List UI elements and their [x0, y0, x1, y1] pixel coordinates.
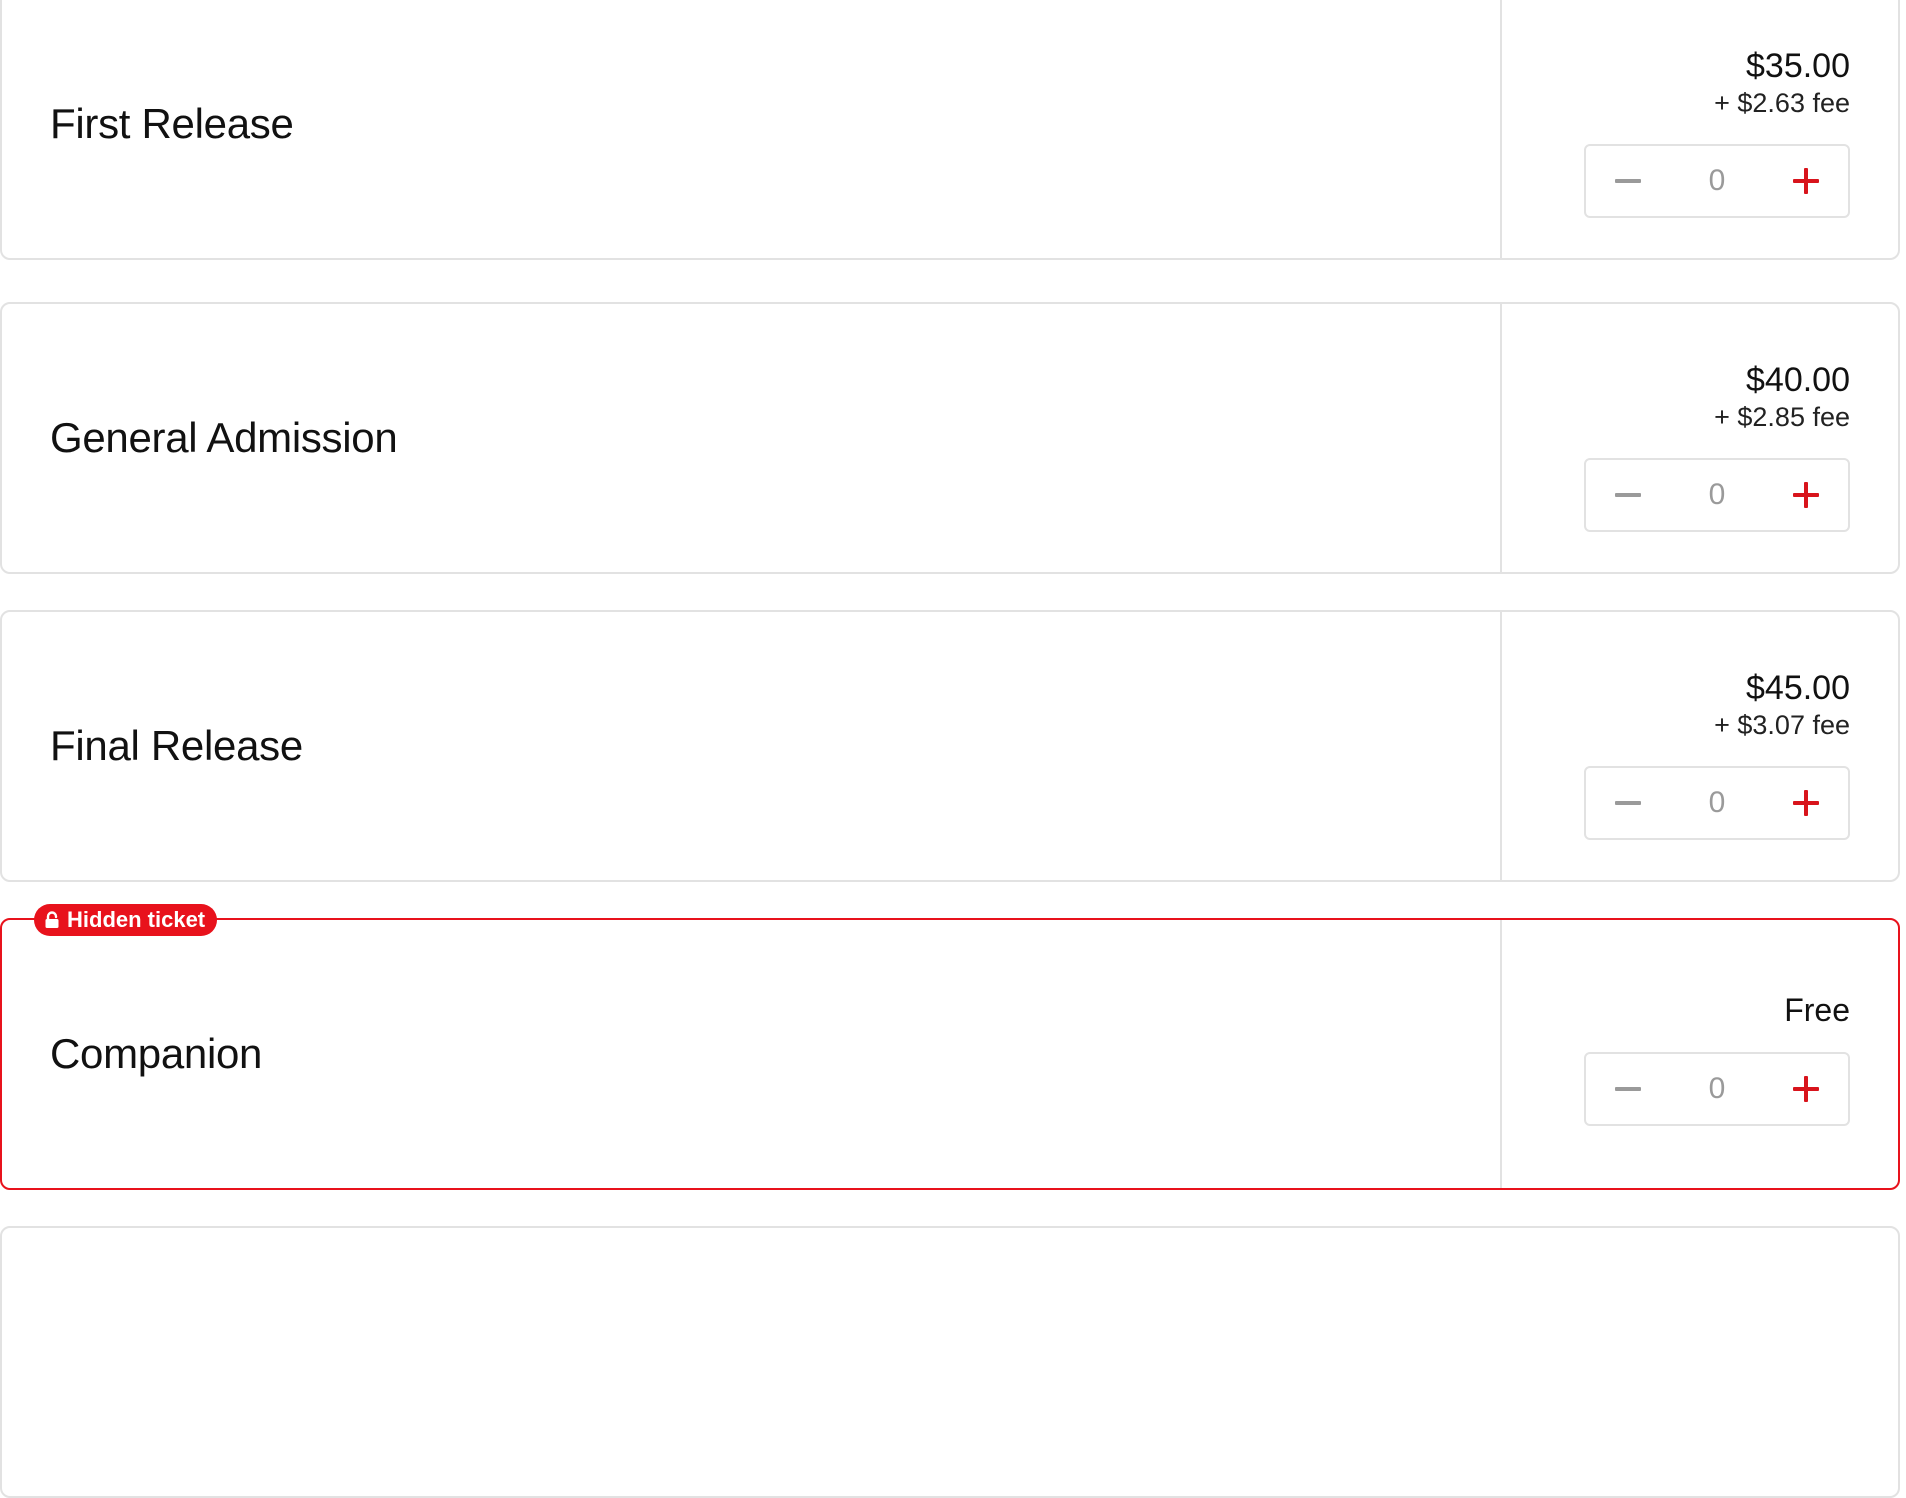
ticket-purchase-panel: $40.00 + $2.85 fee 0 — [1502, 304, 1898, 572]
ticket-fee: + $2.85 fee — [1714, 402, 1850, 432]
ticket-fee: + $3.07 fee — [1714, 710, 1850, 740]
price-block: $45.00 + $3.07 fee — [1714, 668, 1850, 742]
ticket-list: First Release $35.00 + $2.63 fee 0 Gener… — [0, 0, 1906, 1498]
decrement-button[interactable] — [1586, 460, 1670, 530]
quantity-stepper: 0 — [1584, 144, 1850, 218]
plus-icon — [1793, 168, 1819, 194]
lock-icon — [45, 911, 59, 928]
quantity-value[interactable]: 0 — [1670, 478, 1764, 512]
badge-label: Hidden ticket — [67, 907, 206, 932]
plus-icon — [1793, 790, 1819, 816]
minus-icon — [1615, 179, 1641, 183]
increment-button[interactable] — [1764, 1054, 1848, 1124]
ticket-price: $35.00 — [1746, 47, 1850, 85]
decrement-button[interactable] — [1586, 146, 1670, 216]
ticket-card-general-admission: General Admission $40.00 + $2.85 fee 0 — [0, 302, 1900, 574]
hidden-ticket-badge: Hidden ticket — [34, 904, 218, 936]
ticket-name: Final Release — [50, 722, 303, 769]
quantity-stepper: 0 — [1584, 458, 1850, 532]
ticket-card-first-release: First Release $35.00 + $2.63 fee 0 — [0, 0, 1900, 260]
ticket-purchase-panel: Free 0 — [1502, 920, 1898, 1188]
quantity-value[interactable]: 0 — [1670, 1072, 1764, 1106]
ticket-price: Free — [1784, 992, 1850, 1028]
increment-button[interactable] — [1764, 146, 1848, 216]
plus-icon — [1793, 482, 1819, 508]
minus-icon — [1615, 1087, 1641, 1091]
minus-icon — [1615, 801, 1641, 805]
ticket-purchase-panel: $45.00 + $3.07 fee 0 — [1502, 612, 1898, 880]
ticket-info: Final Release — [2, 612, 1502, 880]
increment-button[interactable] — [1764, 768, 1848, 838]
decrement-button[interactable] — [1586, 768, 1670, 838]
ticket-card-companion: Hidden ticket Companion Free 0 — [0, 904, 1900, 1190]
price-block: $35.00 + $2.63 fee — [1714, 46, 1850, 120]
quantity-stepper: 0 — [1584, 766, 1850, 840]
ticket-info: General Admission — [2, 304, 1502, 572]
ticket-card-final-release: Final Release $45.00 + $3.07 fee 0 — [0, 610, 1900, 882]
quantity-value[interactable]: 0 — [1670, 786, 1764, 820]
decrement-button[interactable] — [1586, 1054, 1670, 1124]
plus-icon — [1793, 1076, 1819, 1102]
minus-icon — [1615, 493, 1641, 497]
quantity-value[interactable]: 0 — [1670, 164, 1764, 198]
ticket-price: $45.00 — [1746, 669, 1850, 707]
ticket-purchase-panel: $35.00 + $2.63 fee 0 — [1502, 0, 1898, 258]
increment-button[interactable] — [1764, 460, 1848, 530]
ticket-fee: + $2.63 fee — [1714, 88, 1850, 118]
ticket-info: Companion — [2, 920, 1502, 1188]
quantity-stepper: 0 — [1584, 1052, 1850, 1126]
ticket-name: General Admission — [50, 414, 398, 461]
ticket-info: First Release — [2, 0, 1502, 258]
price-block: $40.00 + $2.85 fee — [1714, 360, 1850, 434]
ticket-card-next — [0, 1226, 1900, 1498]
ticket-name: Companion — [50, 1030, 263, 1077]
ticket-name: First Release — [50, 100, 294, 147]
ticket-price: $40.00 — [1746, 361, 1850, 399]
